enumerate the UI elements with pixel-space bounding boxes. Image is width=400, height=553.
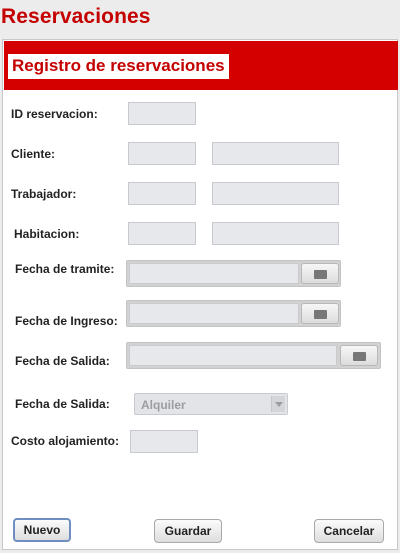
fecha-ingreso-picker [126, 300, 341, 327]
calendar-icon [353, 352, 366, 361]
fecha-salida-input[interactable] [129, 345, 337, 366]
cliente-name-field[interactable] [212, 142, 339, 165]
fecha-ingreso-calendar-button[interactable] [301, 303, 339, 324]
fecha-tramite-calendar-button[interactable] [301, 263, 339, 284]
guardar-button[interactable]: Guardar [154, 519, 222, 543]
habitacion-name-field[interactable] [212, 222, 339, 245]
panel-header: Registro de reservaciones [4, 41, 398, 90]
nuevo-button[interactable]: Nuevo [13, 518, 71, 542]
id-reservacion-label: ID reservacion: [11, 107, 98, 121]
fecha-ingreso-label: Fecha de Ingreso: [15, 314, 118, 328]
fecha-salida-label: Fecha de Salida: [15, 354, 110, 368]
tipo-reserva-label: Fecha de Salida: [15, 397, 110, 411]
trabajador-name-field[interactable] [212, 182, 339, 205]
trabajador-id-field[interactable] [128, 182, 196, 205]
trabajador-label: Trabajador: [11, 187, 77, 201]
fecha-tramite-label: Fecha de tramite: [15, 262, 115, 276]
id-reservacion-field[interactable] [128, 102, 196, 125]
fecha-salida-picker [126, 342, 381, 369]
habitacion-id-field[interactable] [128, 222, 196, 245]
calendar-icon [314, 270, 327, 279]
fecha-tramite-picker [126, 260, 341, 287]
cliente-label: Cliente: [11, 147, 56, 161]
fecha-ingreso-input[interactable] [129, 303, 299, 324]
cliente-id-field[interactable] [128, 142, 196, 165]
costo-alojamiento-field[interactable] [130, 430, 198, 453]
fecha-tramite-input[interactable] [129, 263, 299, 284]
panel-title: Registro de reservaciones [8, 54, 229, 79]
tipo-reserva-selected: Alquiler [141, 398, 186, 412]
habitacion-label: Habitacion: [14, 227, 80, 241]
chevron-down-icon[interactable] [271, 396, 285, 412]
costo-alojamiento-label: Costo alojamiento: [11, 434, 120, 448]
window-title: Reservaciones [1, 5, 151, 28]
app-window: Reservaciones Registro de reservaciones … [0, 0, 400, 553]
tipo-reserva-select[interactable]: Alquiler [134, 393, 288, 415]
calendar-icon [314, 310, 327, 319]
cancelar-button[interactable]: Cancelar [314, 519, 384, 543]
fecha-salida-calendar-button[interactable] [340, 345, 378, 366]
